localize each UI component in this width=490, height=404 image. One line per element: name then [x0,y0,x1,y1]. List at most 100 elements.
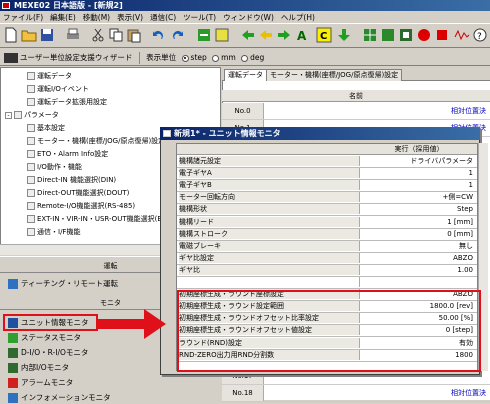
waveform-icon[interactable] [454,27,470,43]
tree-item-motor-mechanism[interactable]: モーター・機構(座標/JOG/原点復帰)設定 [27,135,165,147]
table-row[interactable]: No.18 相対位置決 [222,385,490,402]
window-title: MEXE02 日本語版 - [新規2] [14,1,123,10]
unit-info-value: 1 [468,181,473,190]
status-monitor-item[interactable]: ステータスモニタ [8,331,81,344]
unit-deg-radio[interactable] [241,54,249,62]
tree-item-direct-out[interactable]: Direct-OUT機能選択(DOUT) [27,187,129,199]
status-icon [8,333,18,343]
column-header-name: 名前 [222,90,490,102]
compare-icon[interactable] [196,27,212,43]
wizard-label[interactable]: ユーザー単位設定支援ウィザード [20,53,132,62]
window-title-bar: MEXE02 日本語版 - [新規2] [0,0,490,11]
download-icon[interactable] [336,27,352,43]
unit-info-key: 電子ギヤA [179,168,359,179]
menu-comm[interactable]: 通信(C) [147,11,180,24]
tree-item-run-data[interactable]: 運転データ [27,70,72,82]
status-monitor-icon[interactable] [380,27,396,43]
redo-icon[interactable] [170,27,186,43]
child-window-title: 新規1* - ユニット情報モニタ [174,129,281,138]
child-window-title-bar[interactable]: 新規1* - ユニット情報モニタ [160,127,480,140]
toolbar: A C ? [0,24,490,48]
tree-item-parameters[interactable]: - パラメータ [5,109,59,121]
paste-icon[interactable] [126,27,142,43]
tree-item-ext-in[interactable]: EXT-IN・VIR-IN・USR-OUT機能選択(E [27,213,162,225]
unit-info-row: 電子ギヤB 1 [177,180,477,193]
tree-item-run-io-event[interactable]: 運転I/Oイベント [27,83,89,95]
alarm-monitor-item[interactable]: アラームモニタ [8,376,73,389]
copy-icon[interactable] [108,27,124,43]
unit-info-row: モーター回転方向 +側=CW [177,192,477,205]
read-right-icon[interactable] [276,27,292,43]
unit-mm-radio[interactable] [212,54,220,62]
info-monitor-item[interactable]: インフォメーションモニタ [8,391,111,404]
tab-run-data[interactable]: 運転データ [224,69,267,81]
unit-info-row [177,277,477,290]
unit-info-table-header: 実行（採用値） [177,144,477,155]
highlight-unit-info-monitor [3,314,98,331]
unit-info-row: 電磁ブレーキ 無し [177,240,477,253]
unit-info-value: 無し [459,241,473,250]
unit-info-value: 1 [mm] [447,217,473,226]
unit-info-row: 機構形状 Step [177,204,477,217]
unit-info-row: ギヤ比設定 ABZO [177,252,477,265]
unit-info-row: 機構リード 1 [mm] [177,216,477,229]
unit-info-key: 機構リード [179,216,359,227]
read-left-icon[interactable] [240,27,256,43]
tab-motor-mechanism[interactable]: モーター・機構(座標/JOG/原点復帰)設定 [266,69,403,81]
menu-view[interactable]: 表示(V) [114,11,147,24]
cut-icon[interactable] [90,27,106,43]
unit-bar: ユーザー単位設定支援ウィザード 表示単位 step mm deg [0,49,490,66]
unit-info-key: ギヤ比設定 [179,252,359,263]
unit-step-radio[interactable] [181,54,189,62]
menu-window[interactable]: ウィンドウ(W) [220,11,278,24]
teaching-icon [8,279,18,289]
axis-teach-icon[interactable]: A [296,27,312,43]
column-header-actual: 実行（採用値） [394,145,444,153]
unit-mm-label: mm [221,53,236,62]
menu-tools[interactable]: ツール(T) [180,11,220,24]
io-monitor-icon[interactable] [398,27,414,43]
svg-text:A: A [297,29,307,43]
internal-io-monitor-item[interactable]: 内部I/Oモニタ [8,361,69,374]
menu-move[interactable]: 移動(M) [80,11,114,24]
alarm-monitor-icon[interactable] [416,27,432,43]
menu-file[interactable]: ファイル(F) [0,11,47,24]
new-file-icon[interactable] [3,27,19,43]
svg-text:C: C [320,31,327,42]
tree-item-run-data-ext[interactable]: 運転データ拡張用設定 [27,96,107,108]
tree-item-io-function[interactable]: I/O動作・機能 [27,161,82,173]
unit-info-key: 電子ギヤB [179,180,359,191]
unit-info-key: 機構形状 [179,204,359,215]
teaching-remote-item[interactable]: ティーチング・リモート運転 [8,277,118,290]
verify-icon[interactable] [214,27,230,43]
unit-label: 表示単位 [146,53,177,62]
tree-item-remote-io[interactable]: Remote-I/O機能選択(RS-485) [27,200,135,212]
alarm-icon [8,378,18,388]
print-icon[interactable] [65,27,81,43]
write-left-icon[interactable] [258,27,274,43]
wizard-icon[interactable] [4,53,18,63]
menu-help[interactable]: ヘルプ(H) [278,11,319,24]
io-check-icon[interactable]: C [316,27,332,43]
unit-info-value: 1 [468,169,473,178]
help-icon[interactable]: ? [472,27,488,43]
tree-item-basic-settings[interactable]: 基本設定 [27,122,65,134]
unit-info-value: 1.00 [457,265,473,274]
grid-monitor-icon[interactable] [362,27,378,43]
tree-item-comm-if[interactable]: 通信・I/F機能 [27,226,80,238]
stop-icon[interactable] [434,27,450,43]
open-folder-icon[interactable] [21,27,37,43]
tree-item-eto-alarm[interactable]: ETO・Alarm Info設定 [27,148,108,160]
save-icon[interactable] [39,27,55,43]
dio-rio-monitor-item[interactable]: D-I/O・R-I/Oモニタ [8,346,88,359]
highlight-round-settings [177,290,481,372]
menu-edit[interactable]: 編集(E) [47,11,80,24]
info-icon [8,393,18,403]
unit-info-value: ABZO [453,253,473,262]
menu-bar: ファイル(F) 編集(E) 移動(M) 表示(V) 通信(C) ツール(T) ウィンドウ(W… [0,11,490,24]
undo-icon[interactable] [150,27,166,43]
tree-item-direct-in[interactable]: Direct-IN 機能選択(DIN) [27,174,116,186]
table-row[interactable]: No.0 相対位置決 [222,103,490,120]
unit-info-key: モーター回転方向 [179,192,359,203]
unit-info-value: ドライバパラメータ [410,157,473,165]
